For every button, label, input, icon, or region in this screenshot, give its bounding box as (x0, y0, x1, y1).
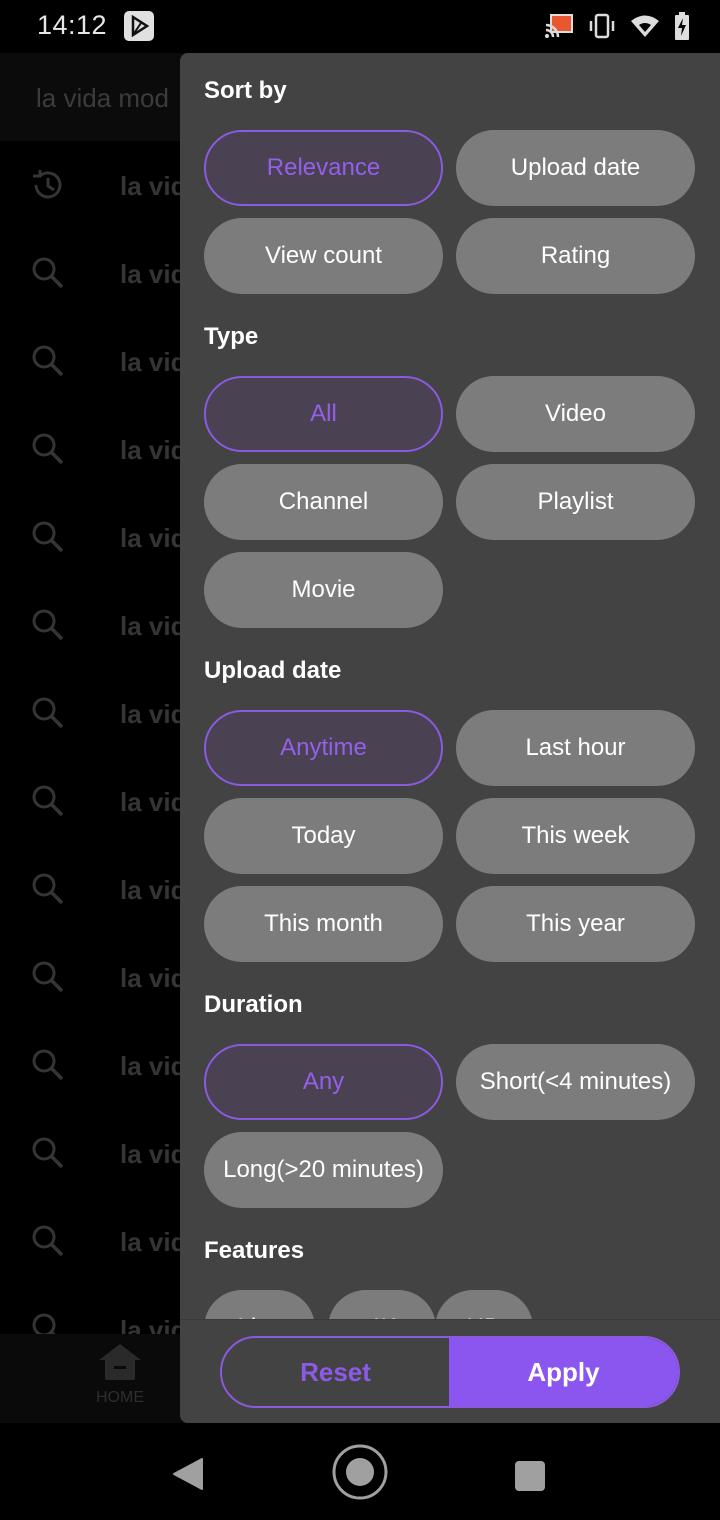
back-icon[interactable] (172, 1457, 204, 1491)
section-title-upload-date: Upload date (204, 657, 342, 684)
section-title-duration: Duration (204, 991, 303, 1018)
search-icon (30, 519, 66, 555)
chip-sort-upload-date[interactable]: Upload date (456, 130, 695, 206)
status-bar: 14:12 (0, 0, 720, 53)
suggestion-text: la vid (120, 171, 187, 201)
suggestion-text: la vid (120, 523, 187, 553)
suggestion-text: la vid (120, 787, 187, 817)
chip-feature-hd[interactable]: HD (435, 1290, 533, 1319)
filter-panel: Sort by Relevance Upload date View count… (180, 53, 720, 1423)
chip-sort-rating[interactable]: Rating (456, 218, 695, 294)
chip-duration-short[interactable]: Short(<4 minutes) (456, 1044, 695, 1120)
reset-button[interactable]: Reset (222, 1338, 449, 1406)
suggestion-text: la vid (120, 1051, 187, 1081)
chip-date-today[interactable]: Today (204, 798, 443, 874)
system-nav-bar (0, 1423, 720, 1520)
search-icon (30, 431, 66, 467)
chip-feature-live[interactable]: Live (204, 1290, 315, 1319)
search-icon (30, 783, 66, 819)
cast-icon (544, 13, 574, 44)
suggestion-text: la vid (120, 1139, 187, 1169)
filter-footer: Reset Apply (180, 1319, 720, 1423)
nav-home[interactable]: HOME (90, 1342, 150, 1407)
suggestion-text: la vid (120, 347, 187, 377)
suggestion-text: la vid (120, 699, 187, 729)
status-time: 14:12 (37, 10, 108, 40)
action-buttons: Reset Apply (220, 1336, 680, 1408)
nav-home-label: HOME (96, 1389, 144, 1406)
search-icon (30, 607, 66, 643)
home-icon (99, 1344, 141, 1380)
suggestion-text: la vid (120, 259, 187, 289)
vibrate-icon (588, 13, 616, 44)
chip-sort-view-count[interactable]: View count (204, 218, 443, 294)
suggestion-text: la vid (120, 963, 187, 993)
chip-type-channel[interactable]: Channel (204, 464, 443, 540)
chip-type-all[interactable]: All (204, 376, 443, 452)
battery-charging-icon (674, 12, 690, 45)
suggestion-text: la vid (120, 875, 187, 905)
history-icon (30, 167, 66, 203)
home-nav-icon[interactable] (332, 1444, 388, 1500)
suggestion-text: la vid (120, 435, 187, 465)
chip-duration-any[interactable]: Any (204, 1044, 443, 1120)
search-input[interactable]: la vida mod (36, 83, 169, 114)
chip-duration-long[interactable]: Long(>20 minutes) (204, 1132, 443, 1208)
app-play-icon (124, 11, 154, 41)
chip-feature-4k[interactable]: 4K (328, 1290, 436, 1319)
search-icon (30, 343, 66, 379)
chip-type-playlist[interactable]: Playlist (456, 464, 695, 540)
section-title-sort-by: Sort by (204, 77, 287, 104)
chip-date-this-year[interactable]: This year (456, 886, 695, 962)
search-icon (30, 695, 66, 731)
apply-button[interactable]: Apply (449, 1338, 678, 1406)
section-title-type: Type (204, 323, 259, 350)
chip-date-anytime[interactable]: Anytime (204, 710, 443, 786)
suggestion-text: la vid (120, 1227, 187, 1257)
chip-date-this-week[interactable]: This week (456, 798, 695, 874)
chip-date-this-month[interactable]: This month (204, 886, 443, 962)
search-icon (30, 1223, 66, 1259)
chip-type-video[interactable]: Video (456, 376, 695, 452)
search-icon (30, 871, 66, 907)
chip-sort-relevance[interactable]: Relevance (204, 130, 443, 206)
recents-icon[interactable] (514, 1460, 546, 1492)
search-icon (30, 1135, 66, 1171)
chip-type-movie[interactable]: Movie (204, 552, 443, 628)
search-icon (30, 255, 66, 291)
section-title-features: Features (204, 1237, 305, 1264)
suggestion-text: la vid (120, 611, 187, 641)
search-icon (30, 959, 66, 995)
filter-scroll-area[interactable]: Sort by Relevance Upload date View count… (180, 53, 720, 1319)
search-icon (30, 1047, 66, 1083)
wifi-icon (630, 14, 660, 43)
chip-date-last-hour[interactable]: Last hour (456, 710, 695, 786)
